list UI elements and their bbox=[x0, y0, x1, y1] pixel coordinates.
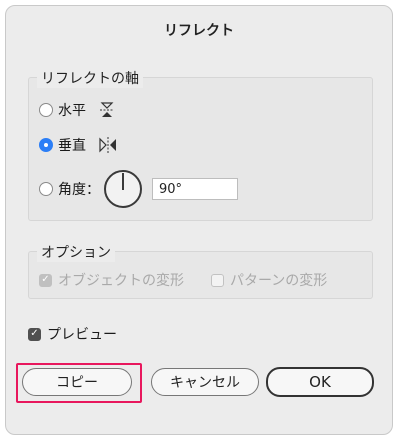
transform-patterns-checkbox[interactable] bbox=[211, 273, 224, 287]
transform-patterns-label: パターンの変形 bbox=[230, 273, 328, 289]
reflect-axis-group: リフレクトの軸 水平 垂直 角度： bbox=[28, 68, 373, 221]
angle-label: 角度： bbox=[58, 182, 100, 198]
transform-patterns-option[interactable]: パターンの変形 bbox=[211, 270, 327, 290]
reflect-horizontal-icon bbox=[100, 102, 114, 117]
angle-dial-icon[interactable] bbox=[104, 170, 142, 208]
preview-label: プレビュー bbox=[47, 327, 117, 343]
vertical-label: 垂直 bbox=[58, 138, 86, 154]
copy-highlight-box bbox=[16, 363, 142, 403]
vertical-option[interactable]: 垂直 bbox=[39, 135, 118, 155]
horizontal-label: 水平 bbox=[58, 103, 86, 119]
options-group: オプション ✓ オブジェクトの変形 パターンの変形 bbox=[28, 242, 373, 299]
transform-objects-option[interactable]: ✓ オブジェクトの変形 bbox=[39, 270, 184, 290]
cancel-button[interactable]: キャンセル bbox=[151, 368, 259, 396]
reflect-axis-legend: リフレクトの軸 bbox=[37, 68, 143, 88]
horizontal-radio[interactable] bbox=[39, 103, 53, 117]
horizontal-option[interactable]: 水平 bbox=[39, 100, 116, 120]
preview-option[interactable]: ✓ プレビュー bbox=[28, 324, 117, 344]
transform-objects-label: オブジェクトの変形 bbox=[58, 273, 184, 289]
ok-button[interactable]: OK bbox=[266, 367, 374, 397]
transform-objects-checkbox[interactable]: ✓ bbox=[39, 273, 52, 287]
angle-input[interactable] bbox=[152, 178, 238, 200]
options-legend: オプション bbox=[37, 242, 115, 262]
dialog-title: リフレクト bbox=[164, 23, 234, 39]
angle-radio[interactable] bbox=[39, 182, 53, 196]
vertical-radio[interactable] bbox=[39, 138, 53, 152]
reflect-vertical-icon bbox=[99, 137, 116, 153]
angle-option[interactable]: 角度： bbox=[39, 170, 238, 208]
preview-checkbox[interactable]: ✓ bbox=[28, 327, 41, 341]
